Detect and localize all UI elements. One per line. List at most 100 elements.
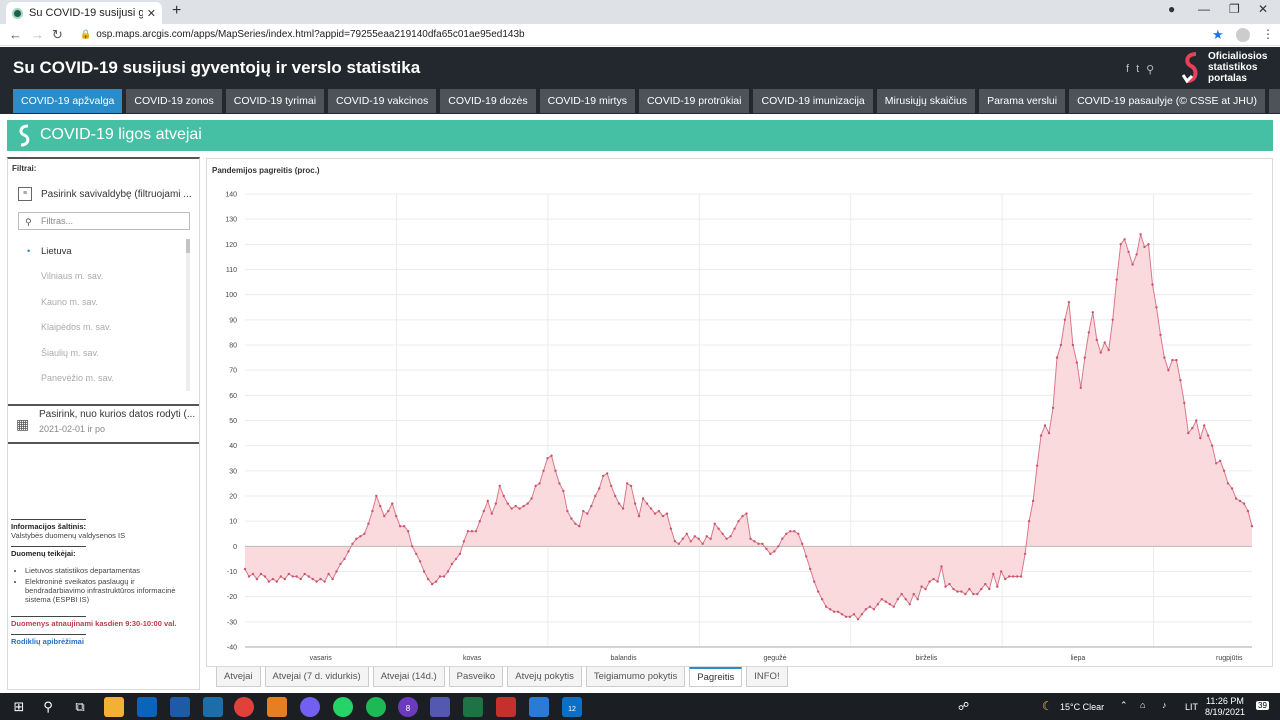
chrome-icon[interactable] bbox=[234, 697, 254, 717]
url-field[interactable]: 🔒 osp.maps.arcgis.com/apps/MapSeries/inde… bbox=[80, 29, 525, 40]
word-icon[interactable] bbox=[170, 697, 190, 717]
data-point bbox=[434, 580, 438, 583]
x-tick-label: kovas bbox=[463, 655, 482, 662]
y-tick-label: 30 bbox=[229, 468, 237, 475]
nav-tab[interactable]: Parama verslui bbox=[979, 89, 1066, 113]
bookmark-star-icon[interactable]: ★ bbox=[1212, 27, 1224, 43]
video-editor-icon[interactable] bbox=[267, 697, 287, 717]
nav-tab[interactable]: COVID-19 protrūkiai bbox=[638, 89, 750, 113]
municipality-item[interactable]: Panevėžio m. sav. bbox=[18, 366, 196, 391]
info-block: Informacijos šaltinis: Valstybės duomenų… bbox=[11, 515, 196, 646]
hamburger-menu-icon[interactable]: ≡ bbox=[1268, 89, 1280, 113]
restore-icon[interactable]: ❐ bbox=[1229, 2, 1240, 16]
language-indicator[interactable]: LIT bbox=[1185, 702, 1198, 712]
file-explorer-icon[interactable] bbox=[104, 697, 124, 717]
scrollbar-thumb[interactable] bbox=[186, 239, 190, 253]
date-selector-label: Pasirink, nuo kurios datos rodyti (... bbox=[39, 409, 196, 420]
data-point bbox=[1079, 386, 1082, 389]
data-point bbox=[793, 530, 796, 533]
browser-tab[interactable]: Su COVID-19 susijusi gyventojų ir... ✕ bbox=[6, 2, 162, 24]
twitter-icon[interactable]: t bbox=[1136, 63, 1139, 76]
excel-icon[interactable] bbox=[463, 697, 483, 717]
back-icon[interactable]: ← bbox=[9, 27, 22, 42]
people-icon[interactable]: ☍ bbox=[958, 700, 969, 713]
nav-tab[interactable]: COVID-19 zonos bbox=[126, 89, 222, 113]
chart-view-tab[interactable]: Teigiamumo pokytis bbox=[585, 667, 686, 687]
viber-icon[interactable] bbox=[300, 697, 320, 717]
nav-tab[interactable]: COVID-19 pasaulyje (© CSSE at JHU) bbox=[1069, 89, 1265, 113]
municipality-item[interactable]: Kauno m. sav. bbox=[18, 290, 196, 315]
clock-date[interactable]: 8/19/2021 bbox=[1205, 707, 1245, 717]
volume-icon[interactable]: ♪ bbox=[1162, 700, 1167, 710]
task-view-icon[interactable]: ⧉ bbox=[70, 697, 90, 717]
search-icon[interactable]: ⚲ bbox=[38, 697, 58, 717]
municipality-selector[interactable]: ≡ Pasirink savivaldybę (filtruojami ... bbox=[18, 187, 192, 201]
tray-chevron-icon[interactable]: ⌃ bbox=[1120, 700, 1128, 711]
nav-tab[interactable]: COVID-19 mirtys bbox=[539, 89, 635, 113]
record-icon[interactable]: ● bbox=[1168, 2, 1175, 16]
new-tab-icon[interactable]: + bbox=[172, 2, 181, 20]
data-point bbox=[351, 542, 354, 545]
data-point bbox=[566, 509, 569, 513]
data-point bbox=[614, 494, 617, 498]
info-source-text: Valstybės duomenų valdysenos IS bbox=[11, 531, 126, 540]
chart-view-tab[interactable]: Pasveiko bbox=[448, 667, 504, 687]
acceleration-chart: -40 -30 -20 -10 0 10 20 30 40 50 60 70 80 90 100 110 120… bbox=[225, 192, 1254, 662]
chrome-profile-icon[interactable]: 8 bbox=[398, 697, 418, 717]
forward-icon[interactable]: → bbox=[31, 27, 44, 42]
whatsapp-icon[interactable] bbox=[333, 697, 353, 717]
x-tick-label: rugpjūtis bbox=[1216, 655, 1243, 662]
chart-view-tab[interactable]: Atvejų pokytis bbox=[507, 667, 582, 687]
calculator-icon[interactable] bbox=[203, 697, 223, 717]
nav-tab[interactable]: COVID-19 imunizacija bbox=[753, 89, 873, 113]
notifications-badge[interactable]: 39 bbox=[1256, 701, 1269, 710]
y-tick-label: 60 bbox=[229, 393, 237, 400]
weather-text[interactable]: 15°C Clear bbox=[1060, 702, 1104, 712]
reload-icon[interactable]: ↻ bbox=[52, 27, 63, 43]
data-point bbox=[1043, 424, 1047, 427]
chart-view-tab[interactable]: Atvejai (7 d. vidurkis) bbox=[264, 667, 369, 687]
definitions-link[interactable]: Rodiklių apibrėžimai bbox=[11, 637, 196, 646]
osp-logo[interactable]: Oficialiosios statistikos portalas bbox=[1180, 51, 1276, 87]
teams-icon[interactable] bbox=[430, 697, 450, 717]
nav-tab[interactable]: COVID-19 vakcinos bbox=[328, 89, 437, 113]
spotify-icon[interactable] bbox=[366, 697, 386, 717]
profile-avatar[interactable] bbox=[1236, 28, 1250, 42]
data-point bbox=[367, 522, 370, 525]
municipality-item[interactable]: Klaipėdos m. sav. bbox=[18, 315, 196, 340]
store-icon[interactable] bbox=[137, 697, 157, 717]
municipality-item[interactable]: Lietuva bbox=[18, 239, 196, 264]
data-point bbox=[1230, 487, 1234, 490]
filter-search-input[interactable]: ⚲ Filtras... bbox=[18, 212, 190, 230]
data-point bbox=[1203, 424, 1206, 427]
close-window-icon[interactable]: ✕ bbox=[1258, 2, 1268, 16]
nav-tab[interactable]: COVID-19 dozės bbox=[440, 89, 536, 113]
data-point bbox=[247, 575, 251, 578]
chart-view-tab[interactable]: Atvejai (14d.) bbox=[372, 667, 445, 687]
nav-tab[interactable]: COVID-19 apžvalga bbox=[13, 89, 123, 113]
data-point bbox=[753, 540, 756, 543]
nav-tab[interactable]: Mirusiųjų skaičius bbox=[876, 89, 976, 113]
network-icon[interactable]: ⌂ bbox=[1140, 700, 1145, 710]
list-select-icon: ≡ bbox=[18, 187, 32, 201]
municipality-item[interactable]: Vilniaus m. sav. bbox=[18, 264, 196, 289]
nav-tab[interactable]: COVID-19 tyrimai bbox=[225, 89, 325, 113]
municipality-item[interactable]: Šiaulių m. sav. bbox=[18, 341, 196, 366]
acrobat-icon[interactable] bbox=[496, 697, 516, 717]
close-tab-icon[interactable]: ✕ bbox=[147, 7, 156, 20]
browser-menu-icon[interactable]: ⋮ bbox=[1262, 27, 1274, 41]
data-point bbox=[1175, 358, 1178, 362]
chart-view-tab[interactable]: INFO! bbox=[746, 667, 788, 687]
data-point bbox=[486, 499, 489, 503]
chart-view-tab[interactable]: Atvejai bbox=[216, 667, 261, 687]
data-point bbox=[570, 517, 573, 520]
windows-start-icon[interactable]: ⊞ bbox=[9, 697, 29, 717]
photos-icon[interactable] bbox=[529, 697, 549, 717]
list-scrollbar[interactable] bbox=[186, 239, 190, 391]
clock-time[interactable]: 11:26 PM bbox=[1206, 696, 1244, 706]
minimize-icon[interactable]: — bbox=[1198, 2, 1210, 16]
outlook-icon[interactable]: 12 bbox=[562, 697, 582, 717]
chart-view-tab[interactable]: Pagreitis bbox=[689, 667, 743, 687]
facebook-icon[interactable]: f bbox=[1126, 63, 1129, 76]
link-icon[interactable]: ⚲ bbox=[1146, 63, 1154, 76]
